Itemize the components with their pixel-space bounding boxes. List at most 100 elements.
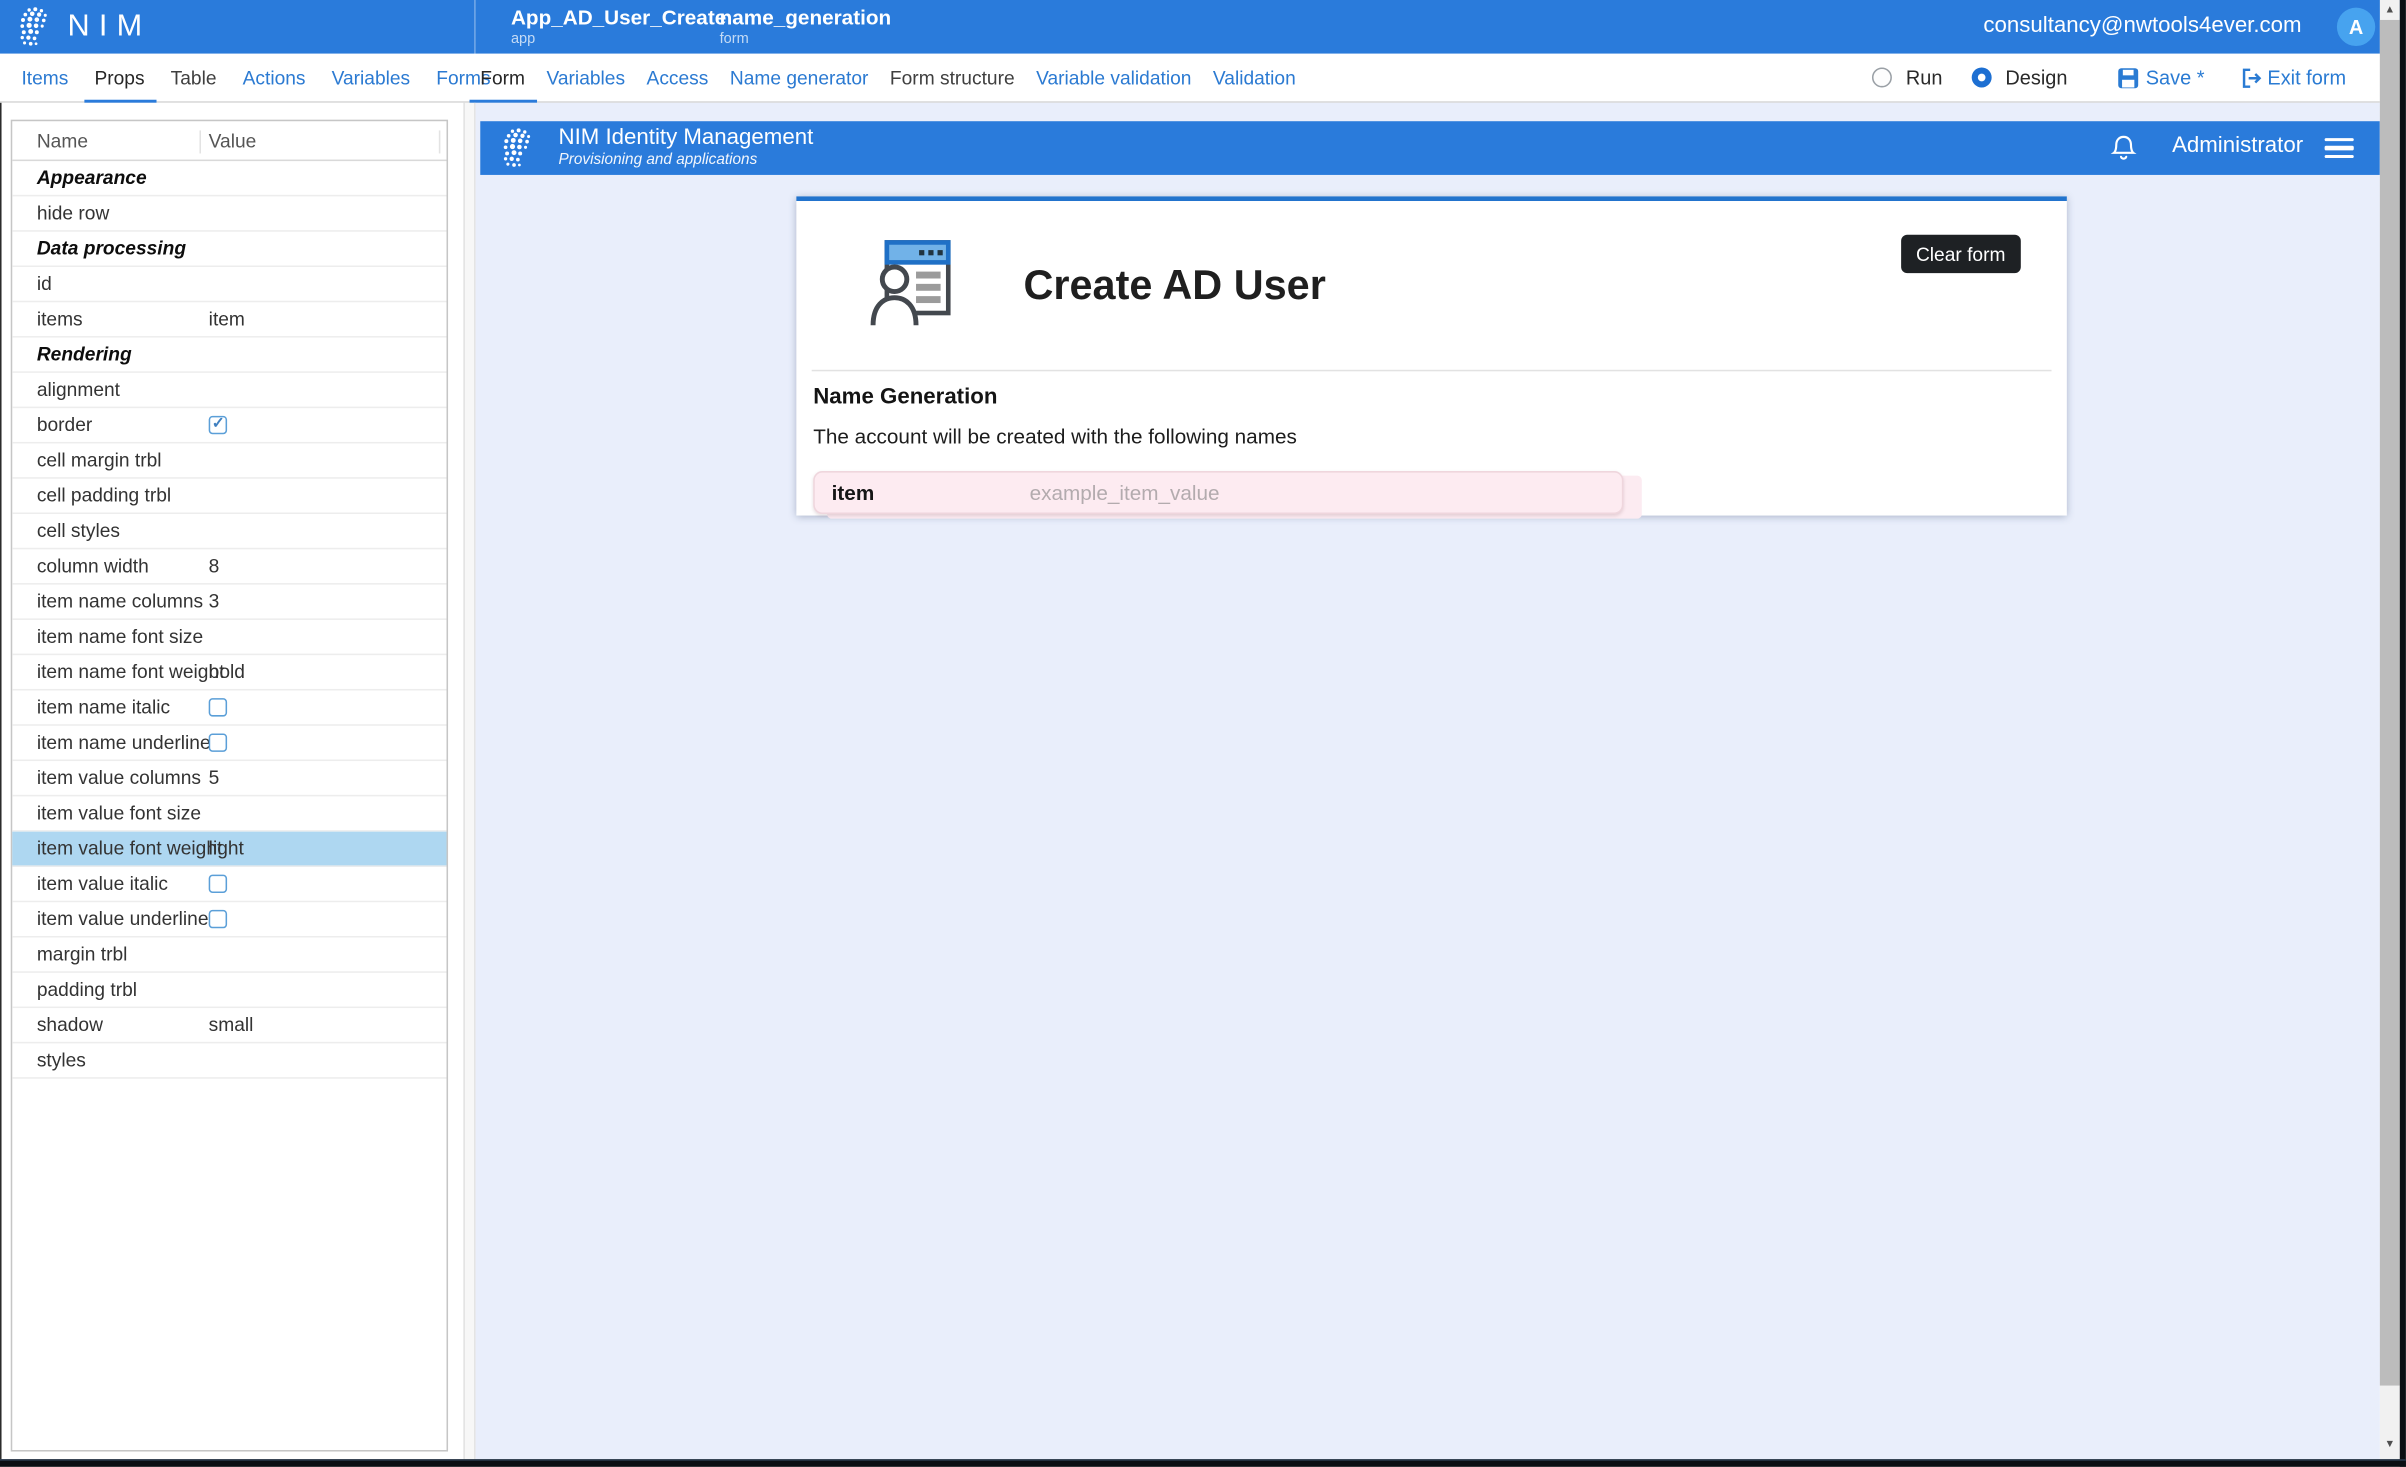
prop-row-item-name-font-weight[interactable]: item name font weightbold bbox=[12, 655, 446, 690]
prop-name: item name underline bbox=[37, 732, 211, 753]
menu-icon[interactable] bbox=[2325, 138, 2354, 163]
vertical-scrollbar[interactable]: ▲ ▼ bbox=[2380, 0, 2400, 1459]
prop-value: 8 bbox=[209, 555, 220, 576]
prop-row-item-name-underline[interactable]: item name underline bbox=[12, 726, 446, 761]
editor-tab-form-structure[interactable]: Form structure bbox=[890, 67, 1015, 88]
form-kind-label: form bbox=[720, 31, 892, 48]
user-email: consultancy@nwtools4ever.com bbox=[1983, 14, 2301, 39]
editor-tab-validation[interactable]: Validation bbox=[1213, 67, 1296, 88]
card-divider bbox=[812, 370, 2052, 372]
name-row-value: example_item_value bbox=[1030, 482, 1220, 505]
prop-name: styles bbox=[37, 1050, 86, 1071]
prop-row-padding-trbl[interactable]: padding trbl bbox=[12, 973, 446, 1008]
editor-tab-form[interactable]: Form bbox=[480, 67, 525, 88]
left-tab-table[interactable]: Table bbox=[171, 67, 217, 88]
prop-row-cell-margin-trbl[interactable]: cell margin trbl bbox=[12, 443, 446, 478]
design-radio[interactable] bbox=[1972, 68, 1992, 88]
prop-name: items bbox=[37, 308, 83, 329]
item-value-underline-checkbox[interactable] bbox=[209, 910, 227, 928]
prop-row-item-value-font-size[interactable]: item value font size bbox=[12, 796, 446, 831]
left-tab-items[interactable]: Items bbox=[21, 67, 68, 88]
exit-form-button[interactable]: Exit form bbox=[2240, 66, 2346, 89]
properties-rows: Appearancehide rowData processingiditems… bbox=[12, 161, 446, 1079]
prop-name: item value font weight bbox=[37, 838, 223, 859]
bell-icon[interactable] bbox=[2110, 133, 2138, 162]
prop-name: item name italic bbox=[37, 697, 170, 718]
prop-value: item bbox=[209, 308, 245, 329]
run-label[interactable]: Run bbox=[1906, 66, 1943, 89]
editor-tab-variable-validation[interactable]: Variable validation bbox=[1036, 67, 1191, 88]
left-tab-props[interactable]: Props bbox=[94, 67, 144, 88]
prop-row-item-name-italic[interactable]: item name italic bbox=[12, 690, 446, 725]
open-form-breadcrumb[interactable]: name_generation form bbox=[720, 6, 892, 47]
border-checkbox[interactable] bbox=[209, 416, 227, 434]
prop-value: 5 bbox=[209, 767, 220, 788]
column-divider[interactable] bbox=[199, 130, 201, 153]
run-radio[interactable] bbox=[1872, 68, 1892, 88]
prop-row-id[interactable]: id bbox=[12, 267, 446, 302]
prop-row-item-value-font-weight[interactable]: item value font weightlight bbox=[12, 832, 446, 867]
prop-row-hide-row[interactable]: hide row bbox=[12, 196, 446, 231]
scroll-down-icon[interactable]: ▼ bbox=[2380, 1435, 2400, 1455]
preview-app-subtitle: Provisioning and applications bbox=[559, 152, 758, 169]
prop-row-alignment[interactable]: alignment bbox=[12, 373, 446, 408]
prop-row-item-value-columns[interactable]: item value columns5 bbox=[12, 761, 446, 796]
editor-tab-variables[interactable]: Variables bbox=[547, 67, 626, 88]
preview-user-menu[interactable]: Administrator bbox=[2172, 133, 2303, 158]
prop-row-items[interactable]: items item bbox=[12, 302, 446, 337]
save-button[interactable]: Save * bbox=[2118, 66, 2204, 89]
prop-value: 3 bbox=[209, 591, 220, 612]
app-kind-label: app bbox=[511, 31, 726, 48]
prop-name: item value italic bbox=[37, 873, 168, 894]
open-app-breadcrumb[interactable]: App_AD_User_Create app bbox=[511, 6, 726, 47]
editor-tab-name-generator[interactable]: Name generator bbox=[730, 67, 869, 88]
prop-name: alignment bbox=[37, 379, 120, 400]
design-label[interactable]: Design bbox=[2005, 66, 2067, 89]
column-divider[interactable] bbox=[439, 130, 441, 153]
clear-form-button[interactable]: Clear form bbox=[1901, 235, 2021, 273]
prop-name: cell styles bbox=[37, 520, 120, 541]
prop-row-cell-padding-trbl[interactable]: cell padding trbl bbox=[12, 479, 446, 514]
prop-name: cell padding trbl bbox=[37, 485, 171, 506]
avatar[interactable]: A bbox=[2337, 8, 2375, 46]
left-panel-scrollbar[interactable] bbox=[463, 103, 475, 1459]
prop-row-appearance[interactable]: Appearance bbox=[12, 161, 446, 196]
item-name-italic-checkbox[interactable] bbox=[209, 698, 227, 716]
scroll-up-icon[interactable]: ▲ bbox=[2380, 0, 2400, 20]
name-row[interactable]: item example_item_value bbox=[813, 471, 1623, 514]
toolbar-right: Run Design Save * Exit form bbox=[1872, 54, 2346, 102]
form-editor-tabs: Form Variables Access Name generator Form st… bbox=[480, 54, 1295, 102]
item-value-italic-checkbox[interactable] bbox=[209, 875, 227, 893]
nim-logo-icon bbox=[15, 6, 56, 47]
prop-name: item name font weight bbox=[37, 661, 225, 682]
prop-row-data-processing[interactable]: Data processing bbox=[12, 232, 446, 267]
prop-row-shadow[interactable]: shadowsmall bbox=[12, 1008, 446, 1043]
prop-row-item-name-font-size[interactable]: item name font size bbox=[12, 620, 446, 655]
scrollbar-thumb[interactable] bbox=[2380, 20, 2400, 1386]
editor-tab-access[interactable]: Access bbox=[647, 67, 709, 88]
prop-name: hide row bbox=[37, 203, 110, 224]
left-tab-actions[interactable]: Actions bbox=[243, 67, 306, 88]
prop-row-item-value-underline[interactable]: item value underline bbox=[12, 902, 446, 937]
prop-name: border bbox=[37, 414, 92, 435]
prop-row-column-width[interactable]: column width 8 bbox=[12, 549, 446, 584]
column-header-name: Name bbox=[37, 130, 88, 151]
prop-row-rendering[interactable]: Rendering bbox=[12, 338, 446, 373]
prop-name: column width bbox=[37, 555, 149, 576]
form-title: Create AD User bbox=[1023, 262, 1325, 310]
form-name: name_generation bbox=[720, 6, 892, 29]
top-bar: NIM App_AD_User_Create app name_generati… bbox=[0, 0, 2400, 54]
left-tab-variables[interactable]: Variables bbox=[332, 67, 411, 88]
brand-area: NIM bbox=[0, 0, 476, 54]
prop-row-item-name-columns[interactable]: item name columns3 bbox=[12, 585, 446, 620]
prop-row-margin-trbl[interactable]: margin trbl bbox=[12, 938, 446, 973]
prop-row-styles[interactable]: styles bbox=[12, 1043, 446, 1078]
prop-name: margin trbl bbox=[37, 944, 128, 965]
properties-panel: Name Value Appearancehide rowData proces… bbox=[0, 103, 463, 1459]
item-name-underline-checkbox[interactable] bbox=[209, 733, 227, 751]
prop-row-cell-styles[interactable]: cell styles bbox=[12, 514, 446, 549]
prop-row-border[interactable]: border bbox=[12, 408, 446, 443]
prop-name: shadow bbox=[37, 1014, 103, 1035]
prop-row-item-value-italic[interactable]: item value italic bbox=[12, 867, 446, 902]
properties-table: Name Value Appearancehide rowData proces… bbox=[11, 120, 448, 1452]
